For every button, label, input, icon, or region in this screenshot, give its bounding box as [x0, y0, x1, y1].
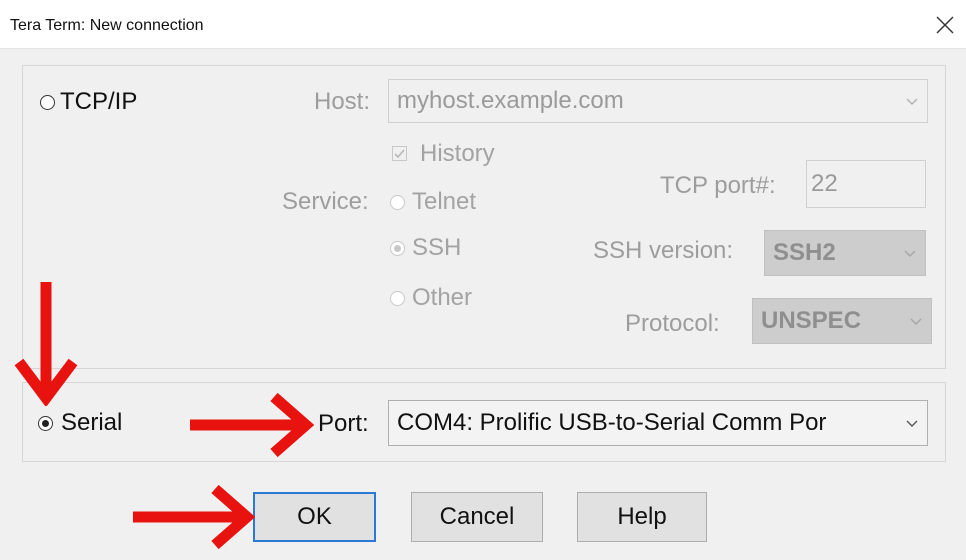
port-label: Port: [318, 410, 369, 437]
tcp-port-value: 22 [811, 170, 838, 197]
chevron-down-icon [910, 318, 922, 325]
chevron-down-icon [904, 250, 916, 257]
history-label: History [420, 140, 495, 167]
help-button[interactable]: Help [577, 492, 707, 542]
serial-label: Serial [61, 409, 123, 436]
protocol-label: Protocol: [625, 310, 720, 337]
window-title: Tera Term: New connection [10, 17, 204, 34]
chevron-down-icon [906, 420, 918, 427]
close-icon[interactable] [934, 14, 956, 36]
ssh-version-value: SSH2 [773, 239, 836, 266]
title-bar: Tera Term: New connection [0, 0, 966, 49]
protocol-value: UNSPEC [761, 307, 862, 334]
cancel-button[interactable]: Cancel [411, 492, 543, 542]
ssh-version-label: SSH version: [593, 237, 734, 264]
tcpip-label: TCP/IP [60, 88, 138, 115]
service-label: Service: [282, 188, 369, 215]
telnet-label: Telnet [412, 188, 477, 215]
ssh-radio[interactable] [390, 241, 405, 256]
telnet-radio[interactable] [390, 195, 405, 210]
ssh-version-combobox[interactable]: SSH2 [764, 230, 926, 276]
tcp-port-label: TCP port#: [660, 172, 776, 199]
tcp-port-input[interactable]: 22 [806, 160, 926, 208]
history-checkbox[interactable] [392, 146, 407, 161]
chevron-down-icon [906, 98, 918, 105]
right-arrow-annotation-ok [133, 484, 255, 550]
ok-button[interactable]: OK [253, 492, 376, 542]
tcpip-radio[interactable] [40, 95, 55, 110]
host-combobox[interactable]: myhost.example.com [388, 79, 928, 123]
port-value: COM4: Prolific USB-to-Serial Comm Por [397, 409, 827, 436]
serial-radio[interactable] [38, 416, 53, 431]
ssh-label: SSH [412, 234, 462, 261]
right-arrow-annotation-port [190, 392, 314, 458]
port-combobox[interactable]: COM4: Prolific USB-to-Serial Comm Por [388, 400, 928, 446]
host-label: Host: [314, 88, 371, 115]
down-arrow-annotation [14, 282, 78, 406]
protocol-combobox[interactable]: UNSPEC [752, 298, 932, 344]
host-value: myhost.example.com [397, 87, 624, 114]
other-label: Other [412, 284, 473, 311]
other-radio[interactable] [390, 291, 405, 306]
checkmark-icon [394, 149, 405, 159]
